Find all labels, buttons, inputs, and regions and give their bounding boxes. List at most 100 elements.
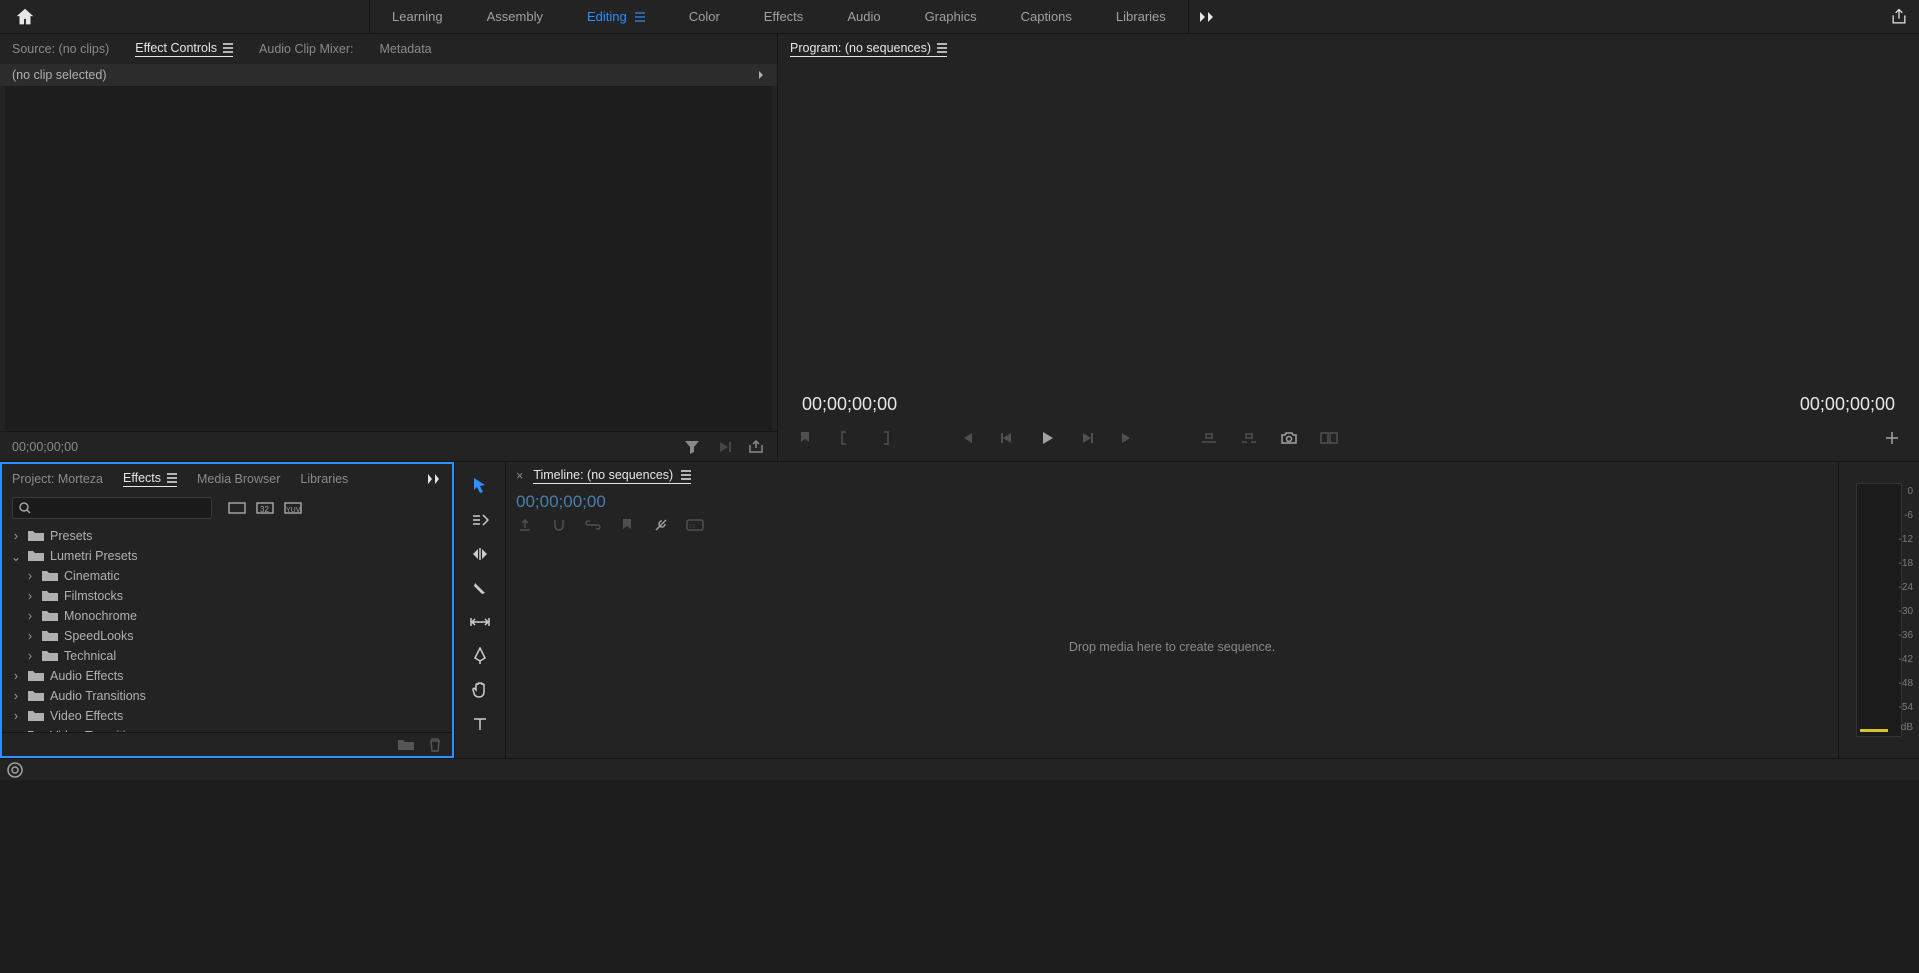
tab-timeline[interactable]: Timeline: (no sequences) <box>533 468 691 484</box>
step-forward-icon <box>1078 429 1096 447</box>
tree-row[interactable]: ›Video Effects <box>2 706 452 726</box>
add-button[interactable] <box>1883 429 1901 447</box>
ws-tab-libraries[interactable]: Libraries <box>1094 0 1188 33</box>
accelerated-filter-icon[interactable] <box>228 499 246 517</box>
tree-row[interactable]: ›Technical <box>2 646 452 666</box>
folder-icon <box>42 570 58 582</box>
go-to-out-icon <box>1118 429 1136 447</box>
effects-search-input[interactable] <box>37 501 205 515</box>
effect-controls-body <box>5 86 772 431</box>
hamburger-icon[interactable] <box>937 43 947 53</box>
tree-row[interactable]: ›Audio Transitions <box>2 686 452 706</box>
compare-icon <box>1320 429 1338 447</box>
tree-row[interactable]: ›Cinematic <box>2 566 452 586</box>
folder-icon <box>28 690 44 702</box>
cc-sync-icon[interactable] <box>6 761 24 779</box>
hamburger-icon[interactable] <box>223 43 233 53</box>
tab-source[interactable]: Source: (no clips) <box>12 42 109 56</box>
captions-icon: cc <box>686 516 704 534</box>
tree-row[interactable]: ›SpeedLooks <box>2 626 452 646</box>
tab-effect-controls[interactable]: Effect Controls <box>135 41 233 57</box>
no-clip-bar: (no clip selected) <box>0 64 777 86</box>
linked-selection-icon <box>584 516 602 534</box>
tab-audio-clip-mixer[interactable]: Audio Clip Mixer: <box>259 42 353 56</box>
play-button[interactable] <box>1038 429 1056 447</box>
ws-tab-captions[interactable]: Captions <box>999 0 1094 33</box>
tab-libraries-panel[interactable]: Libraries <box>300 472 348 486</box>
type-tool[interactable] <box>466 712 494 736</box>
chevron-right-icon[interactable]: › <box>24 589 36 603</box>
chevron-right-icon[interactable]: › <box>24 649 36 663</box>
home-button[interactable] <box>14 6 36 28</box>
program-timecode-left[interactable]: 00;00;00;00 <box>802 394 897 415</box>
slip-tool[interactable] <box>466 610 494 634</box>
chevron-right-icon[interactable]: › <box>10 689 22 703</box>
lift-icon <box>1200 429 1218 447</box>
tree-row[interactable]: ›Filmstocks <box>2 586 452 606</box>
effects-tree[interactable]: ›Presets ⌄Lumetri Presets ›Cinematic ›Fi… <box>2 522 452 732</box>
camera-icon[interactable] <box>1280 429 1298 447</box>
no-clip-label: (no clip selected) <box>12 68 107 82</box>
tree-row[interactable]: ⌄Lumetri Presets <box>2 546 452 566</box>
ws-tab-assembly[interactable]: Assembly <box>465 0 565 33</box>
ripple-edit-tool[interactable] <box>466 542 494 566</box>
snap-icon <box>550 516 568 534</box>
hamburger-icon[interactable] <box>167 473 177 483</box>
effects-panel[interactable]: Project: Morteza Effects Media Browser L… <box>0 462 454 758</box>
timeline-timecode[interactable]: 00;00;00;00 <box>516 492 1828 512</box>
program-timecode-right[interactable]: 00;00;00;00 <box>1800 394 1895 415</box>
ws-tab-color[interactable]: Color <box>667 0 742 33</box>
panel-overflow[interactable] <box>428 474 442 484</box>
extract-icon <box>1240 429 1258 447</box>
tab-project[interactable]: Project: Morteza <box>12 472 103 486</box>
settings-icon[interactable] <box>652 516 670 534</box>
filter-icon[interactable] <box>683 438 701 456</box>
play-only-icon <box>715 438 733 456</box>
hamburger-icon[interactable] <box>635 12 645 22</box>
chevron-right-icon[interactable]: › <box>24 629 36 643</box>
folder-icon <box>42 630 58 642</box>
tab-program[interactable]: Program: (no sequences) <box>790 41 947 57</box>
timeline-drop-area[interactable]: Drop media here to create sequence. <box>506 536 1838 758</box>
svg-text:cc: cc <box>689 523 697 530</box>
ws-tab-effects[interactable]: Effects <box>742 0 826 33</box>
tree-row[interactable]: ›Monochrome <box>2 606 452 626</box>
source-timecode[interactable]: 00;00;00;00 <box>12 440 78 454</box>
export-frame-icon[interactable] <box>747 438 765 456</box>
tree-row[interactable]: ›Audio Effects <box>2 666 452 686</box>
32bit-filter-icon[interactable]: 32 <box>256 499 274 517</box>
chevron-right-icon[interactable]: › <box>10 669 22 683</box>
tab-metadata[interactable]: Metadata <box>380 42 432 56</box>
chevron-down-icon[interactable]: ⌄ <box>10 549 22 564</box>
yuv-filter-icon[interactable]: YUV <box>284 499 302 517</box>
export-button[interactable] <box>1879 0 1919 33</box>
chevron-right-icon[interactable]: › <box>24 609 36 623</box>
tree-row[interactable]: ›Presets <box>2 526 452 546</box>
new-bin-icon[interactable] <box>398 739 414 751</box>
hamburger-icon[interactable] <box>681 470 691 480</box>
folder-icon <box>28 550 44 562</box>
svg-text:32: 32 <box>260 505 269 514</box>
selection-tool[interactable] <box>466 474 494 498</box>
ws-tab-audio[interactable]: Audio <box>825 0 902 33</box>
audio-meter[interactable]: 0 -6 -12 -18 -24 -30 -36 -42 -48 -54 dB <box>1856 483 1902 737</box>
effects-search[interactable] <box>12 497 212 519</box>
ws-tab-graphics[interactable]: Graphics <box>903 0 999 33</box>
ws-tab-editing[interactable]: Editing <box>565 0 667 33</box>
hand-tool[interactable] <box>466 678 494 702</box>
chevron-right-icon[interactable]: › <box>24 569 36 583</box>
folder-icon <box>42 650 58 662</box>
workspace-overflow[interactable] <box>1188 0 1228 33</box>
tab-media-browser[interactable]: Media Browser <box>197 472 280 486</box>
pen-tool[interactable] <box>466 644 494 668</box>
collapse-icon[interactable] <box>757 71 765 79</box>
chevron-right-icon[interactable]: › <box>10 529 22 543</box>
ws-tab-learning[interactable]: Learning <box>370 0 465 33</box>
chevron-right-icon[interactable]: › <box>10 709 22 723</box>
razor-tool[interactable] <box>466 576 494 600</box>
program-viewer <box>782 68 1915 389</box>
close-icon[interactable]: × <box>516 469 523 483</box>
tab-effects-panel[interactable]: Effects <box>123 471 177 487</box>
track-select-tool[interactable] <box>466 508 494 532</box>
trash-icon[interactable] <box>428 738 442 752</box>
